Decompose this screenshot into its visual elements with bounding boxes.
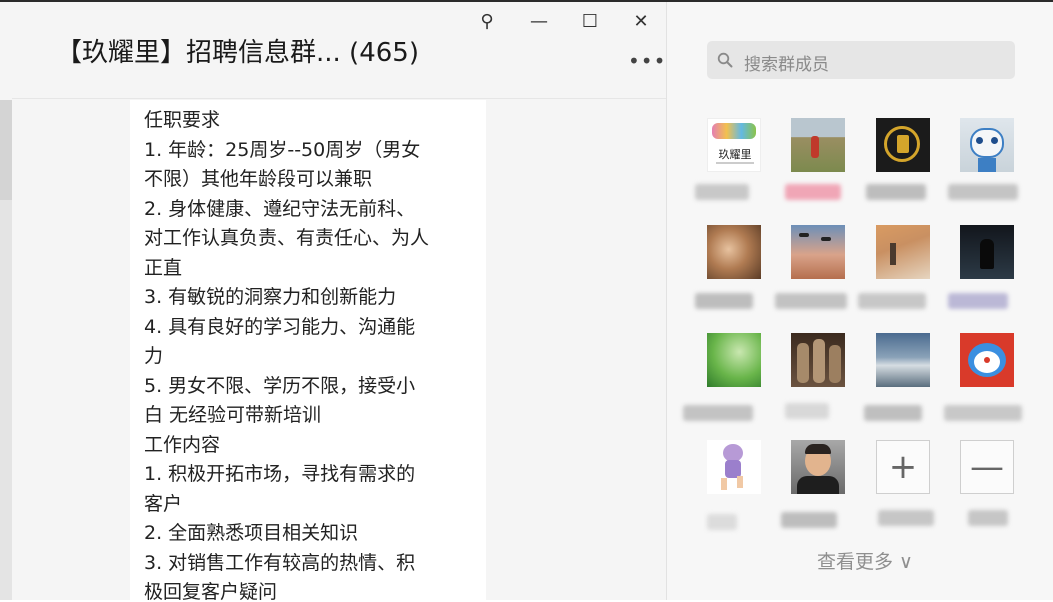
member-avatar	[960, 333, 1014, 387]
member-avatar	[791, 118, 845, 172]
member-name	[944, 397, 1028, 421]
member-item[interactable]	[864, 333, 932, 421]
logo-text: 玖耀里	[718, 148, 752, 161]
member-avatar	[876, 225, 930, 279]
member-avatar	[960, 225, 1014, 279]
member-item[interactable]	[785, 333, 847, 419]
maximize-button[interactable]: ☐	[575, 8, 605, 34]
member-name	[695, 504, 775, 530]
member-name	[948, 289, 1028, 309]
message-bubble[interactable]: 任职要求 1. 年龄：25周岁--50周岁（男女 不限）其他年龄段可以兼职 2.…	[130, 100, 486, 602]
message-line: 不限）其他年龄段可以兼职	[144, 168, 373, 190]
member-item[interactable]	[683, 333, 763, 421]
member-name	[775, 289, 859, 309]
message-line: 对工作认真负责、有责任心、为人	[144, 227, 430, 249]
view-more-link[interactable]: 查看更多 ∨	[817, 547, 913, 574]
member-item[interactable]	[707, 440, 763, 530]
message-line: 极回复客户疑问	[144, 581, 278, 602]
member-name	[695, 289, 775, 309]
member-name	[948, 182, 1028, 202]
message-line: 3. 有敏锐的洞察力和创新能力	[144, 286, 397, 308]
member-name	[858, 289, 944, 309]
message-line: 1. 积极开拓市场，寻找有需求的	[144, 463, 416, 485]
member-avatar	[960, 118, 1014, 172]
add-member-label	[876, 504, 936, 526]
member-sidebar: 搜索群成员 玖耀里 + — 查看更多 ∨	[667, 2, 1053, 600]
close-button[interactable]: ✕	[626, 8, 656, 34]
member-name	[779, 504, 859, 528]
message-line: 4. 具有良好的学习能力、沟通能	[144, 315, 416, 338]
chat-header: 【玖耀里】招聘信息群... (465) ⚲ — ☐ ✕ •••	[12, 2, 666, 99]
message-line: 3. 对销售工作有较高的热情、积	[144, 551, 416, 574]
member-item[interactable]	[944, 333, 1022, 421]
scrollbar-thumb[interactable]	[0, 100, 12, 200]
group-title: 【玖耀里】招聘信息群... (465)	[56, 38, 419, 68]
search-placeholder: 搜索群成员	[744, 55, 829, 75]
minimize-button[interactable]: —	[524, 8, 554, 34]
message-line: 1. 年龄：25周岁--50周岁（男女	[144, 138, 421, 161]
message-line: 2. 身体健康、遵纪守法无前科、	[144, 197, 416, 220]
member-item[interactable]	[948, 225, 1016, 309]
member-avatar	[791, 333, 845, 387]
message-line: 工作内容	[144, 433, 221, 456]
message-line: 正直	[144, 256, 183, 279]
member-item[interactable]	[948, 118, 1018, 200]
pin-icon[interactable]: ⚲	[472, 8, 502, 34]
member-item[interactable]	[775, 225, 847, 309]
member-item[interactable]	[858, 225, 932, 309]
member-avatar	[876, 333, 930, 387]
member-avatar	[707, 225, 761, 279]
add-member-button[interactable]: +	[876, 440, 930, 494]
member-search-input[interactable]: 搜索群成员	[707, 41, 1015, 79]
member-item[interactable]	[785, 118, 847, 200]
member-item[interactable]	[695, 225, 763, 309]
message-line: 白 无经验可带新培训	[144, 404, 322, 426]
member-avatar: 玖耀里	[707, 118, 761, 172]
remove-member-label	[960, 504, 1020, 526]
member-avatar	[707, 333, 761, 387]
member-avatar	[707, 440, 761, 494]
logo-subtext	[716, 162, 754, 164]
remove-member-button[interactable]: —	[960, 440, 1014, 494]
message-line: 力	[144, 345, 164, 367]
member-name	[864, 397, 944, 421]
member-name	[779, 182, 859, 202]
member-item[interactable]	[866, 118, 932, 200]
member-item[interactable]	[781, 440, 847, 528]
message-line: 2. 全面熟悉项目相关知识	[144, 522, 359, 544]
logo-graphic	[712, 123, 756, 139]
member-name	[779, 397, 859, 419]
member-item[interactable]: 玖耀里	[695, 118, 763, 200]
member-name	[683, 397, 775, 421]
member-name	[864, 182, 944, 202]
message-line: 5. 男女不限、学历不限，接受小	[144, 374, 416, 397]
member-avatar	[876, 118, 930, 172]
member-name	[695, 182, 775, 202]
search-icon	[717, 52, 733, 68]
member-avatar	[791, 225, 845, 279]
message-line: 任职要求	[144, 109, 221, 131]
message-line: 客户	[144, 492, 183, 515]
scrollbar[interactable]	[0, 100, 12, 600]
more-options-icon[interactable]: •••	[628, 49, 666, 73]
chat-panel: 【玖耀里】招聘信息群... (465) ⚲ — ☐ ✕ ••• 任职要求 1. …	[0, 2, 667, 602]
member-avatar	[791, 440, 845, 494]
